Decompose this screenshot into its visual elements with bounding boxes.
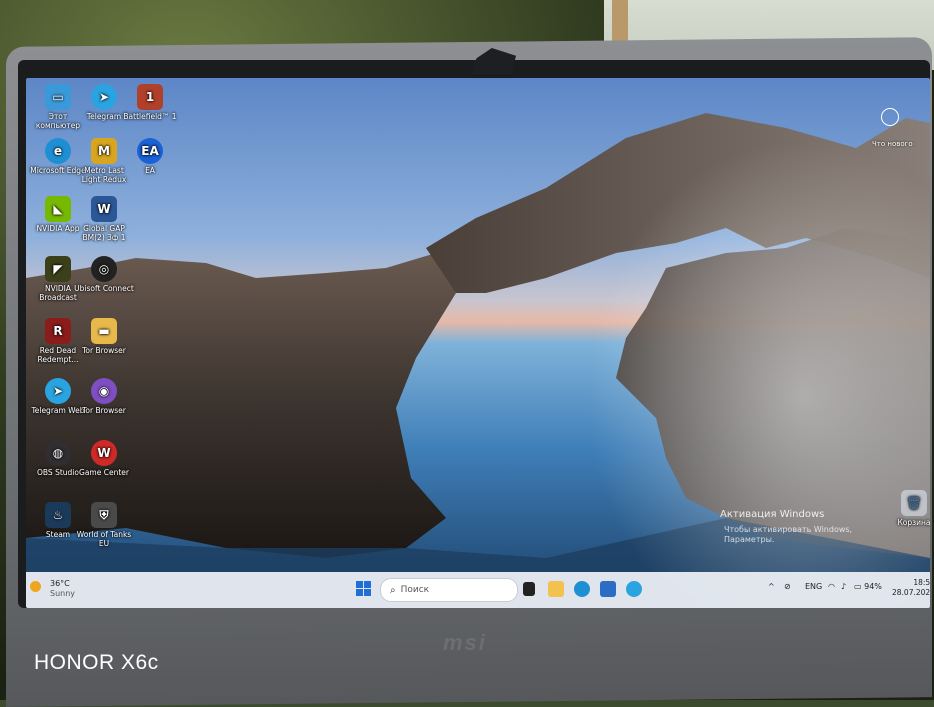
telegram-icon: ➤: [91, 84, 117, 110]
windows-logo-q1: [356, 581, 363, 588]
ubisoft-icon: ◎: [91, 256, 117, 282]
desktop-icon-label: Tor Browser: [82, 346, 126, 355]
nvidia-icon: ◣: [45, 196, 71, 222]
game-center-icon: W: [91, 440, 117, 466]
clock-date: 28.07.2026: [892, 588, 930, 597]
language-indicator[interactable]: ENG: [805, 582, 822, 591]
store-icon[interactable]: [600, 581, 616, 597]
battlefield-icon: 1: [137, 84, 163, 110]
taskbar-search[interactable]: ⌕ Поиск: [380, 578, 518, 602]
clock[interactable]: 18:54 28.07.2026: [892, 578, 930, 598]
word-icon: W: [91, 196, 117, 222]
desktop-icon-label: Global GAP BM(2) 3ф 1: [82, 224, 126, 242]
sun-icon: [30, 581, 41, 592]
desktop-icon-label: Battlefield™ 1: [123, 112, 177, 121]
camera-watermark: HONOR X6c: [34, 651, 159, 674]
desktop-icon[interactable]: EA EA: [120, 138, 180, 175]
tray-network-off-icon[interactable]: ⊘: [784, 582, 791, 591]
whats-new-label: Что нового: [872, 140, 913, 148]
windows-logo-q2: [364, 581, 371, 588]
start-button[interactable]: [356, 581, 372, 597]
activation-line-1: Чтобы активировать Windows,: [724, 525, 853, 534]
file-explorer-icon[interactable]: [548, 581, 564, 597]
search-placeholder: Поиск: [400, 585, 430, 595]
ea-icon: EA: [137, 138, 163, 164]
desktop-icon[interactable]: ◎ Ubisoft Connect: [74, 256, 134, 293]
desktop-icon-label: Game Center: [79, 468, 129, 477]
tray-chevron-icon[interactable]: ^: [768, 582, 775, 591]
weather-widget[interactable]: 36°C Sunny: [30, 579, 75, 599]
windows-logo-q4: [364, 589, 371, 596]
task-view-icon[interactable]: [523, 582, 535, 596]
wifi-icon[interactable]: ◠: [828, 582, 835, 591]
red-dead-icon: R: [45, 318, 71, 344]
monitor-icon: ▭: [45, 84, 71, 110]
battery-percent: 94%: [864, 582, 882, 591]
edge-icon[interactable]: [574, 581, 590, 597]
nvidia-broadcast-icon: ◤: [45, 256, 71, 282]
volume-icon[interactable]: ♪: [841, 582, 846, 591]
activation-title: Активация Windows: [720, 509, 825, 520]
desktop-icon-label: Ubisoft Connect: [74, 284, 134, 293]
desktop-icon-label: Tor Browser: [82, 406, 126, 415]
desktop-icon[interactable]: ⛨ World of Tanks EU: [74, 502, 134, 548]
battery-indicator[interactable]: ▭ 94%: [854, 582, 882, 591]
whats-new-icon[interactable]: [881, 108, 899, 126]
recycle-bin[interactable]: 🗑 Корзина: [884, 490, 930, 527]
wot-icon: ⛨: [91, 502, 117, 528]
desktop-icon[interactable]: W Game Center: [74, 440, 134, 477]
activation-text: Чтобы активировать Windows, Параметры.: [724, 525, 852, 545]
desktop-icon[interactable]: ▬ Tor Browser: [74, 318, 134, 355]
telegram-taskbar-icon[interactable]: [626, 581, 642, 597]
desktop-icon[interactable]: 1 Battlefield™ 1: [120, 84, 180, 121]
telegram-web-icon: ➤: [45, 378, 71, 404]
desktop-icon[interactable]: ◉ Tor Browser: [74, 378, 134, 415]
windows-logo-q3: [356, 589, 363, 596]
laptop-brand-logo: msi: [443, 630, 487, 655]
clock-time: 18:54: [913, 578, 930, 587]
steam-icon: ♨: [45, 502, 71, 528]
recycle-bin-icon: 🗑: [901, 490, 927, 516]
folder-icon: ▬: [91, 318, 117, 344]
desktop-icon-label: EA: [145, 166, 155, 175]
taskbar: 36°C Sunny ⌕ Поиск ^ ⊘ ENG ◠ ♪ ▭ 94% 18:…: [26, 572, 930, 608]
obs-icon: ◍: [45, 440, 71, 466]
tor-icon: ◉: [91, 378, 117, 404]
metro-icon: M: [91, 138, 117, 164]
desktop-icon[interactable]: W Global GAP BM(2) 3ф 1: [74, 196, 134, 242]
desktop-icon-label: World of Tanks EU: [76, 530, 132, 548]
recycle-bin-label: Корзина: [897, 518, 930, 527]
battery-icon: ▭: [854, 582, 862, 591]
activation-line-2: Параметры.: [724, 535, 775, 544]
edge-icon: e: [45, 138, 71, 164]
laptop-screen: ▭ Этот компьютер ➤ Telegram 1 Battlefield™ 1e…: [26, 78, 930, 608]
search-icon: ⌕: [390, 584, 396, 596]
